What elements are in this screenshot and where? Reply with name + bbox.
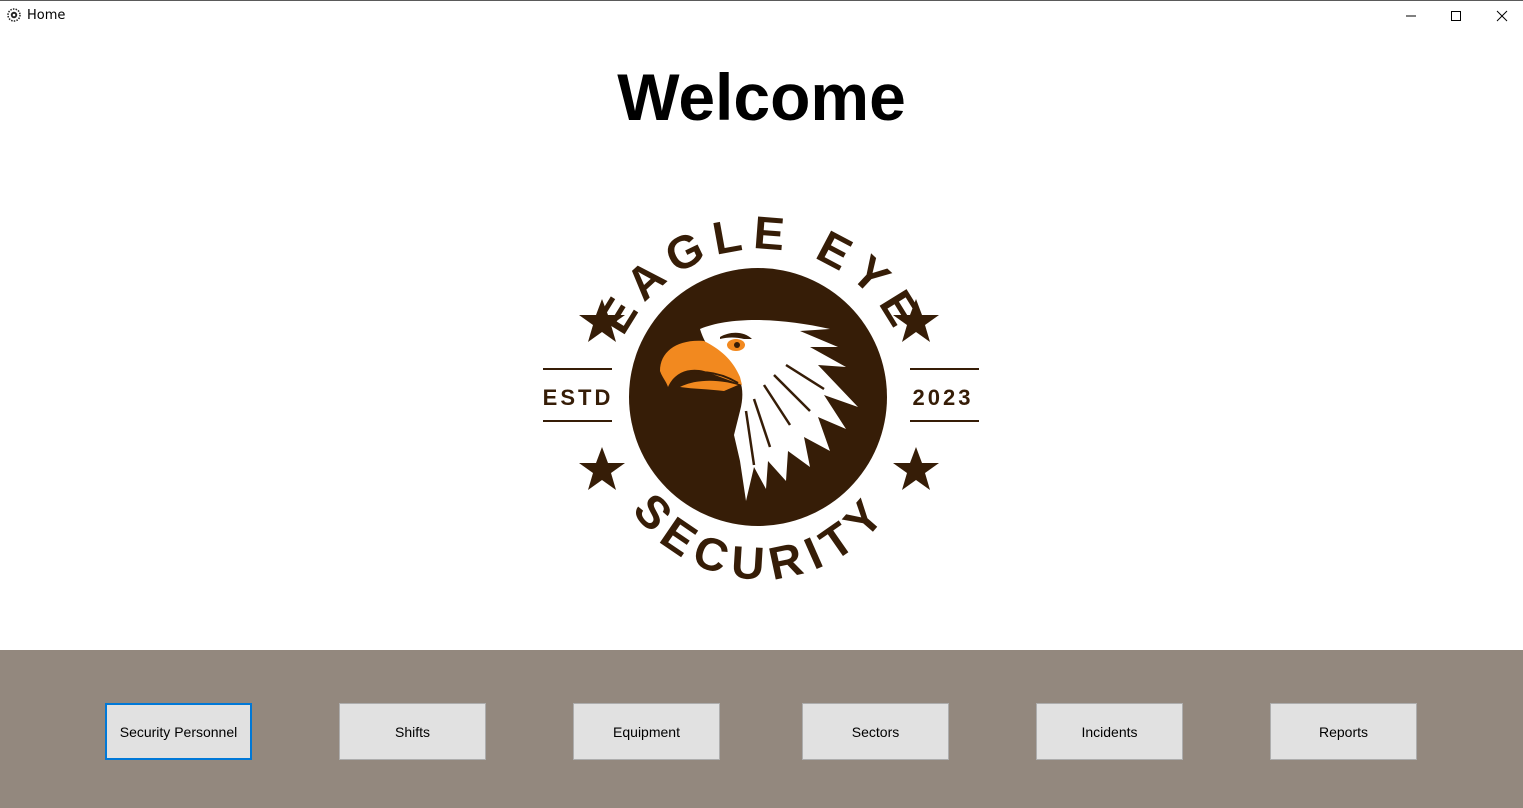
app-icon bbox=[7, 8, 21, 22]
security-personnel-button[interactable]: Security Personnel bbox=[105, 703, 252, 760]
welcome-heading: Welcome bbox=[617, 60, 906, 134]
shifts-button[interactable]: Shifts bbox=[339, 703, 486, 760]
reports-button[interactable]: Reports bbox=[1270, 703, 1417, 760]
maximize-button[interactable] bbox=[1433, 1, 1479, 31]
star-icon bbox=[893, 447, 939, 490]
logo-year-text: 2023 bbox=[913, 385, 974, 410]
window-title: Home bbox=[27, 8, 66, 23]
navigation-panel: Security Personnel Shifts Equipment Sect… bbox=[0, 650, 1523, 808]
close-icon bbox=[1496, 10, 1508, 22]
logo-estd-text: ESTD bbox=[543, 385, 614, 410]
minimize-button[interactable] bbox=[1388, 1, 1434, 31]
close-button[interactable] bbox=[1479, 1, 1523, 31]
star-icon bbox=[579, 447, 625, 490]
incidents-button[interactable]: Incidents bbox=[1036, 703, 1183, 760]
title-bar: Home bbox=[0, 1, 1523, 31]
sectors-button[interactable]: Sectors bbox=[802, 703, 949, 760]
maximize-icon bbox=[1451, 11, 1461, 21]
app-window: Home Welcome EAGLE EYE SECURITY ESTD 202… bbox=[0, 0, 1523, 808]
equipment-button[interactable]: Equipment bbox=[573, 703, 720, 760]
minimize-icon bbox=[1406, 15, 1416, 17]
eagle-eye-logo: EAGLE EYE SECURITY ESTD 2023 bbox=[543, 206, 979, 590]
